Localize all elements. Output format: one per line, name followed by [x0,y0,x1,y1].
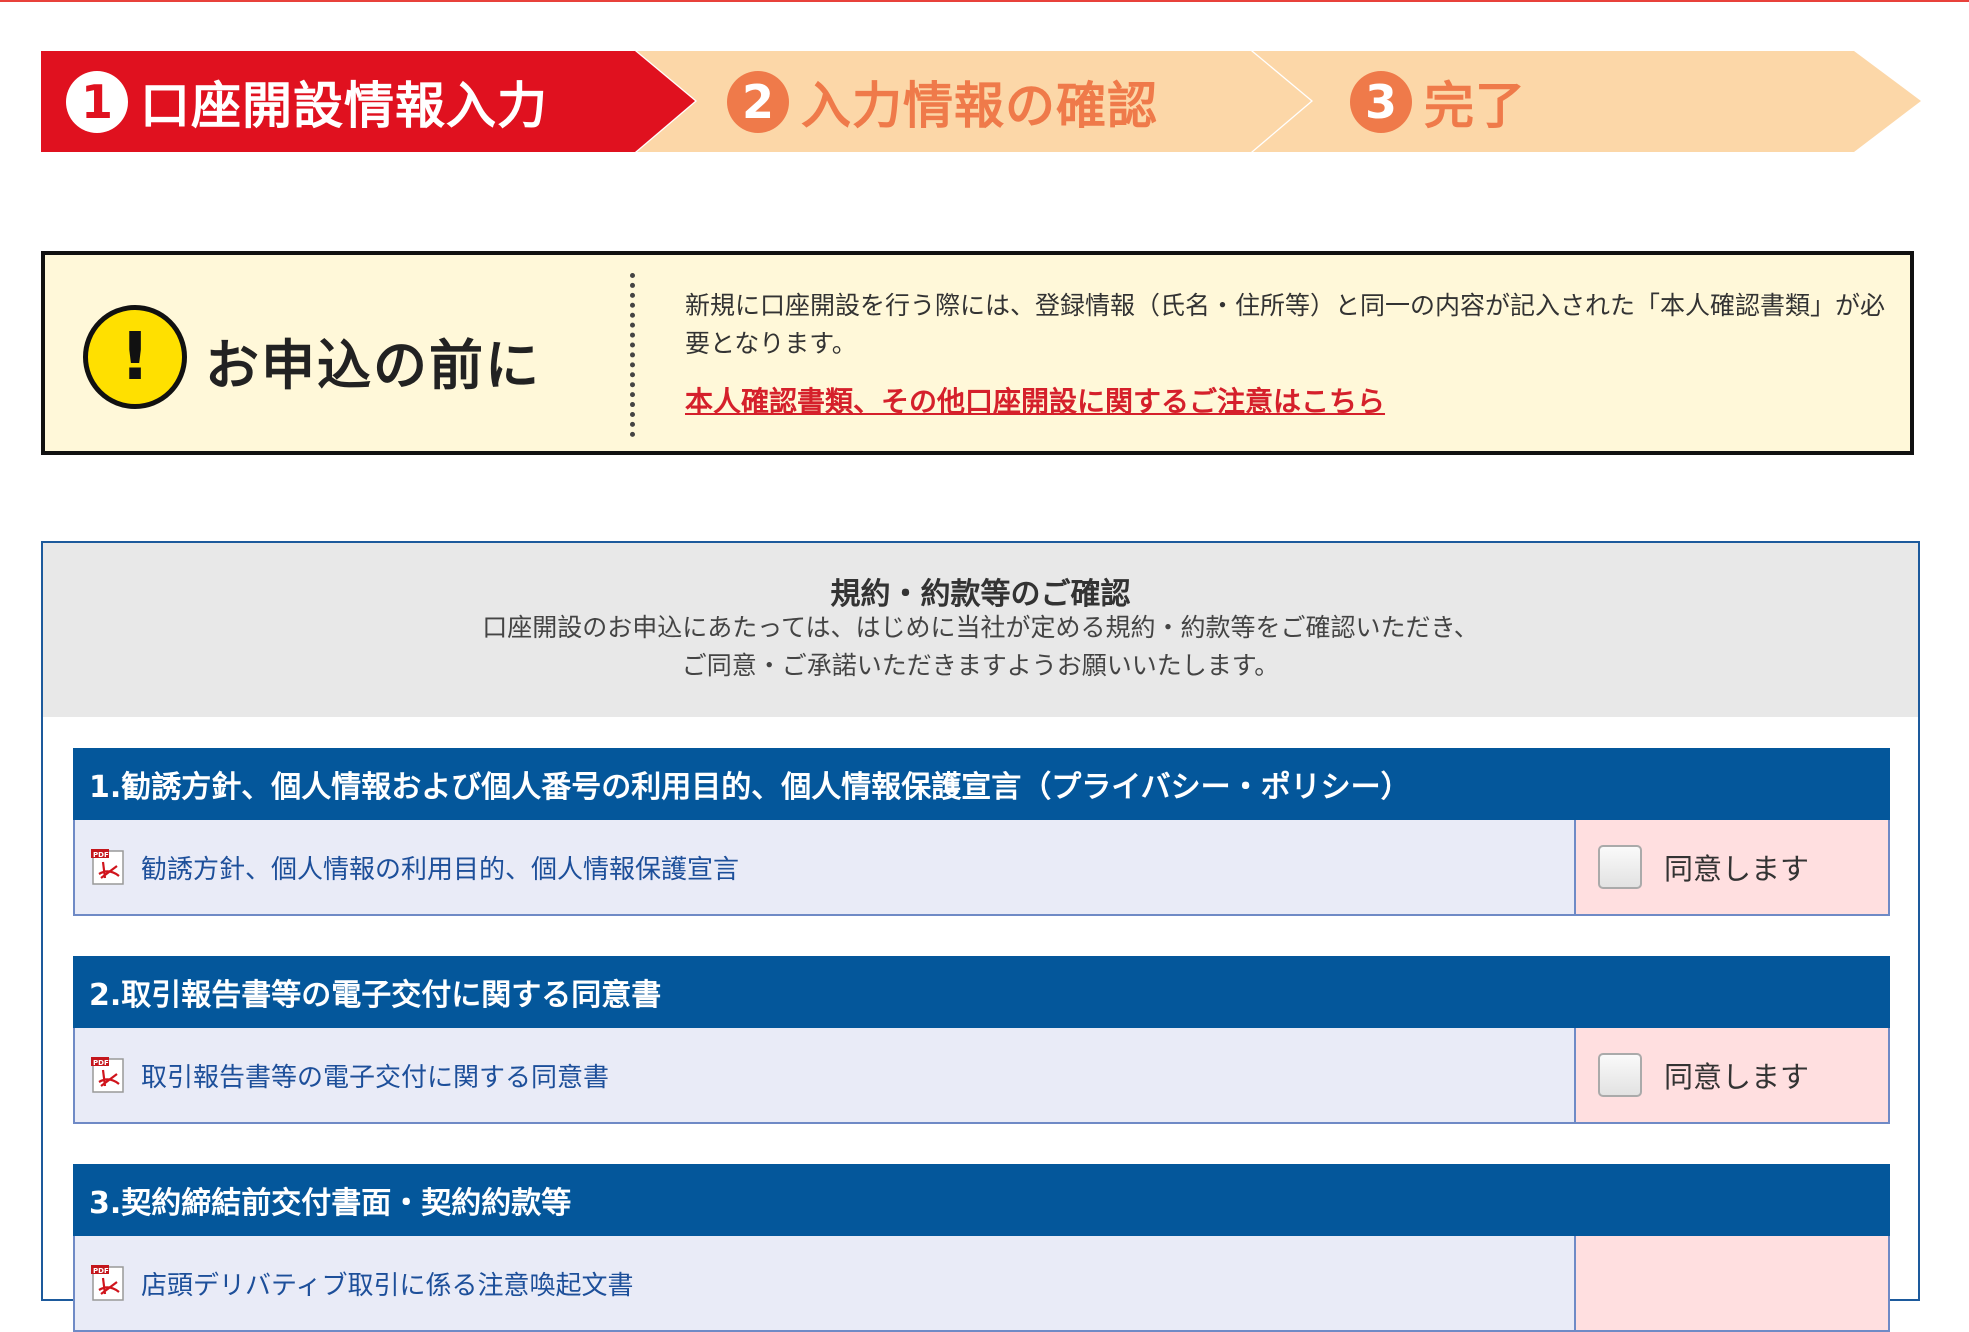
pdf-icon: PDF [91,1265,124,1301]
section-2-agree-label: 同意します [1664,1060,1810,1094]
step-3-number: 3 [1350,70,1412,133]
terms-description-line-1: 口座開設のお申込にあたっては、はじめに当社が定める規約・約款等をご確認いただき、 [482,613,1479,642]
svg-text:PDF: PDF [93,1059,109,1067]
exclamation-icon: ! [83,305,187,409]
step-3: 3 完了 [1350,51,1526,152]
notice-body: 新規に口座開設を行う際には、登録情報（氏名・住所等）と同一の内容が記入された「本… [685,291,1886,358]
terms-title: 規約・約款等のご確認 [830,577,1131,612]
section-3-title: 3.契約締結前交付書面・契約約款等 [73,1164,1890,1236]
section-2-row: PDF 取引報告書等の電子交付に関する同意書 同意します [73,1028,1890,1124]
section-2-document-label: 取引報告書等の電子交付に関する同意書 [141,1062,610,1093]
terms-panel: 規約・約款等のご確認 口座開設のお申込にあたっては、はじめに当社が定める規約・約… [41,541,1920,1332]
section-2-document-link[interactable]: PDF 取引報告書等の電子交付に関する同意書 [89,1028,609,1122]
section-1-agree-checkbox[interactable] [1598,845,1642,889]
section-3-document-label: 店頭デリバティブ取引に係る注意喚起文書 [141,1270,634,1301]
pre-application-notice: ! お申込の前に 新規に口座開設を行う際には、登録情報（氏名・住所等）と同一の内… [41,251,1914,455]
section-1-title: 1.勧誘方針、個人情報および個人番号の利用目的、個人情報保護宣言（プライバシー・… [73,748,1890,820]
step-2-number: 2 [727,70,789,133]
pdf-icon: PDF [91,849,124,885]
step-1: 1 口座開設情報入力 [66,51,548,152]
section-1-row: PDF 勧誘方針、個人情報の利用目的、個人情報保護宣言 同意します [73,820,1890,916]
section-3-agree[interactable] [1574,1236,1888,1330]
step-1-label: 口座開設情報入力 [140,76,548,135]
terms-section-3: 3.契約締結前交付書面・契約約款等 PDF 店頭デリバティブ取引に係る注意喚起文… [73,1164,1890,1332]
section-3-row: PDF 店頭デリバティブ取引に係る注意喚起文書 [73,1236,1890,1332]
step-indicator: 1 口座開設情報入力 2 入力情報の確認 3 完了 [41,51,1921,152]
notice-title: お申込の前に [205,334,541,397]
section-1-document-label: 勧誘方針、個人情報の利用目的、個人情報保護宣言 [141,854,740,885]
step-2-label: 入力情報の確認 [801,76,1158,135]
notice-divider [630,273,635,437]
section-2-title: 2.取引報告書等の電子交付に関する同意書 [73,956,1890,1028]
section-1-agree[interactable]: 同意します [1574,820,1888,914]
terms-description-line-2: ご同意・ご承諾いただきますようお願いいたします。 [681,651,1280,680]
top-accent-line [0,0,1969,2]
svg-text:PDF: PDF [93,1267,109,1275]
section-2-agree-checkbox[interactable] [1598,1053,1642,1097]
terms-section-1: 1.勧誘方針、個人情報および個人番号の利用目的、個人情報保護宣言（プライバシー・… [73,748,1890,916]
step-3-label: 完了 [1424,76,1526,135]
step-2: 2 入力情報の確認 [727,51,1158,152]
section-1-agree-label: 同意します [1664,852,1810,886]
terms-header: 規約・約款等のご確認 口座開設のお申込にあたっては、はじめに当社が定める規約・約… [43,543,1918,717]
svg-text:PDF: PDF [93,851,109,859]
section-2-agree[interactable]: 同意します [1574,1028,1888,1122]
terms-section-2: 2.取引報告書等の電子交付に関する同意書 PDF 取引報告書等の電子交付に関する… [73,956,1890,1124]
step-1-number: 1 [66,70,128,133]
terms-description: 口座開設のお申込にあたっては、はじめに当社が定める規約・約款等をご確認いただき、… [43,609,1918,685]
pdf-icon: PDF [91,1057,124,1093]
section-1-document-link[interactable]: PDF 勧誘方針、個人情報の利用目的、個人情報保護宣言 [89,820,739,914]
identity-docs-link[interactable]: 本人確認書類、その他口座開設に関するご注意はこちら [685,380,1385,420]
section-3-document-link[interactable]: PDF 店頭デリバティブ取引に係る注意喚起文書 [89,1236,633,1330]
